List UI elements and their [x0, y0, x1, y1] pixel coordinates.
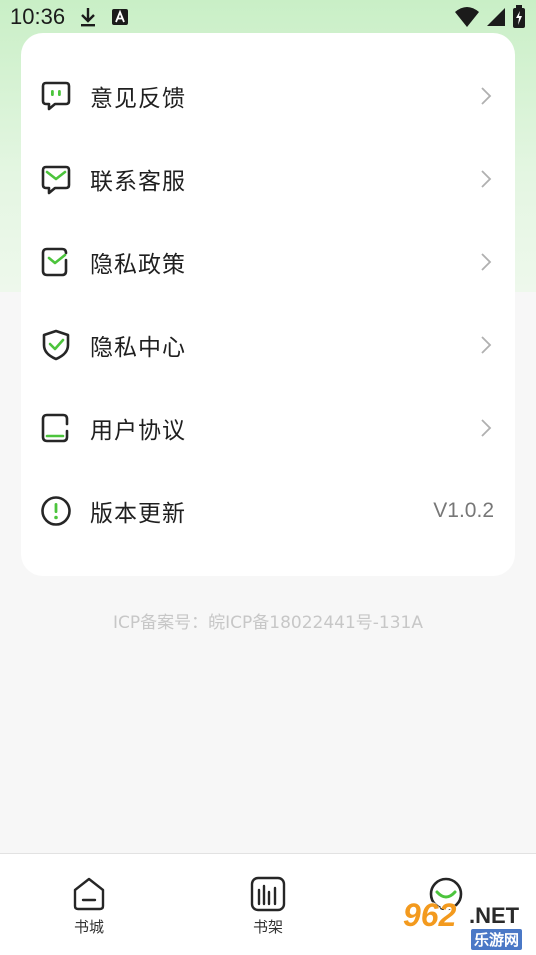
a-icon	[112, 9, 129, 25]
chevron-right-icon	[481, 252, 492, 271]
home-icon	[73, 877, 105, 911]
version-value: V1.0.2	[433, 498, 494, 522]
wifi-icon	[455, 7, 479, 27]
tab-bookshelf[interactable]: 书架	[208, 854, 328, 955]
watermark-suffix: .NET	[469, 903, 520, 928]
shield-check-icon	[42, 329, 70, 360]
chevron-right-icon	[481, 418, 492, 437]
menu-item-label: 意见反馈	[90, 85, 186, 112]
menu-item-label: 用户协议	[90, 417, 186, 444]
menu-item-label: 版本更新	[90, 500, 186, 527]
menu-item-user-agreement[interactable]: 用户协议	[21, 386, 515, 469]
status-time: 10:36	[10, 4, 66, 29]
chevron-right-icon	[481, 86, 492, 105]
tab-bookstore[interactable]: 书城	[29, 854, 149, 955]
status-bar: 10:36	[0, 0, 536, 34]
signal-icon	[487, 8, 505, 26]
menu-item-customer-service[interactable]: 联系客服	[21, 137, 515, 220]
menu-item-privacy-center[interactable]: 隐私中心	[21, 303, 515, 386]
user-agreement-icon	[41, 413, 69, 442]
watermark-number: 962	[403, 897, 457, 933]
chevron-right-icon	[481, 335, 492, 354]
menu-item-feedback[interactable]: 意见反馈	[21, 54, 515, 137]
tab-label: 书城	[73, 918, 104, 936]
bookshelf-icon	[250, 876, 286, 912]
menu-item-privacy-policy[interactable]: 隐私政策	[21, 220, 515, 303]
settings-card: 意见反馈 联系客服 隐私政策 隐私中心 用户协议 版本更新 V1.0.2	[21, 33, 515, 576]
feedback-icon	[41, 81, 71, 110]
menu-item-label: 隐私政策	[90, 251, 186, 278]
menu-item-version-update[interactable]: 版本更新 V1.0.2	[21, 469, 515, 552]
tab-label: 书架	[252, 918, 283, 936]
customer-service-icon	[41, 165, 71, 194]
battery-icon	[513, 5, 525, 28]
icp-record-text: ICP备案号：皖ICP备18022441号-131A	[112, 613, 423, 633]
download-icon	[81, 8, 96, 27]
watermark-logo: 962 .NET 乐游网	[397, 895, 531, 951]
privacy-policy-icon	[41, 247, 68, 276]
menu-item-label: 隐私中心	[90, 334, 186, 361]
menu-item-label: 联系客服	[90, 168, 186, 195]
watermark-sub: 乐游网	[471, 929, 523, 950]
exclamation-icon	[41, 495, 71, 526]
chevron-right-icon	[481, 169, 492, 188]
